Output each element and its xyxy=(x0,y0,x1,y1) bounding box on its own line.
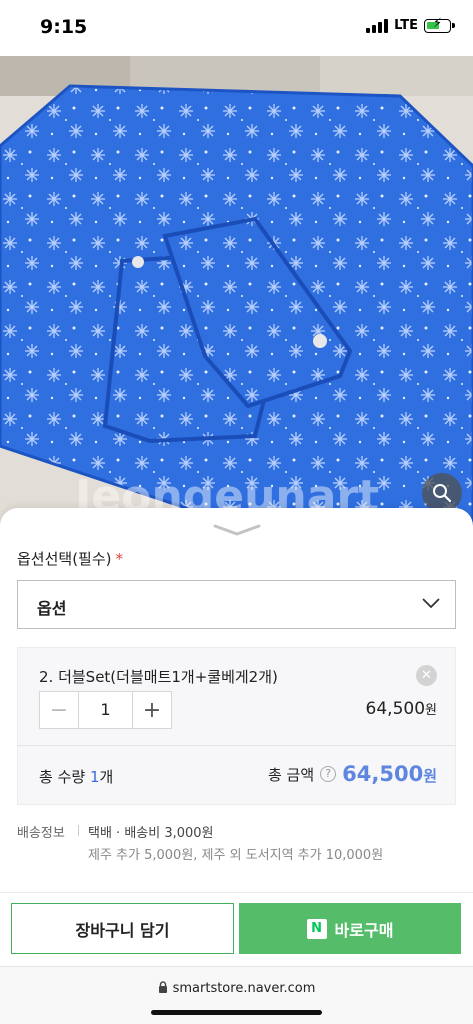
product-image[interactable]: Jeongeunart xyxy=(0,56,473,526)
total-quantity-unit: 개 xyxy=(99,768,114,786)
product-photo: Jeongeunart xyxy=(0,56,473,526)
sheet-handle[interactable] xyxy=(212,522,262,536)
divider xyxy=(0,892,473,893)
close-icon: ✕ xyxy=(421,668,432,683)
total-quantity-value: 1 xyxy=(89,768,100,786)
add-to-cart-button[interactable]: 장바구니 담기 xyxy=(11,903,234,954)
zoom-button[interactable] xyxy=(422,473,462,513)
item-price-currency: 원 xyxy=(425,703,437,718)
battery-icon: ⚡ xyxy=(424,17,455,33)
divider xyxy=(78,825,79,836)
option-title-text: 옵션선택(필수) xyxy=(17,550,112,568)
quantity-stepper: − 1 + xyxy=(39,691,172,729)
total-quantity-label: 총 수량 xyxy=(39,768,86,786)
buy-now-label: 바로구매 xyxy=(334,920,394,940)
increase-quantity-button[interactable]: + xyxy=(133,692,171,728)
browser-url-bar[interactable]: smartstore.naver.com xyxy=(0,966,473,1024)
item-price: 64,500원 xyxy=(366,699,437,719)
required-mark: * xyxy=(115,550,124,568)
status-time: 9:15 xyxy=(40,16,88,38)
chevron-down-icon xyxy=(213,524,261,536)
minus-icon: − xyxy=(49,697,69,723)
network-label: LTE xyxy=(394,18,418,33)
selected-option-box: 2. 더블Set(더블매트1개+쿨베게2개) ✕ − 1 + 64,500원 총… xyxy=(17,647,456,805)
total-quantity: 총 수량 1개 xyxy=(39,766,113,787)
option-sheet: 옵션선택(필수) * 옵션 2. 더블Set(더블매트1개+쿨베게2개) ✕ − … xyxy=(0,508,473,1024)
option-select-label: 옵션 xyxy=(37,599,67,618)
item-price-value: 64,500 xyxy=(365,699,426,719)
option-select[interactable]: 옵션 xyxy=(17,580,456,629)
divider xyxy=(18,745,455,746)
lock-icon xyxy=(158,981,167,993)
url-text: smartstore.naver.com xyxy=(0,981,473,996)
help-icon[interactable]: ? xyxy=(320,766,337,782)
home-indicator[interactable] xyxy=(151,1010,322,1015)
add-to-cart-label: 장바구니 담기 xyxy=(75,920,170,940)
selected-option-name: 2. 더블Set(더블매트1개+쿨베게2개) xyxy=(39,668,278,686)
signal-icon xyxy=(366,18,389,33)
search-icon xyxy=(433,484,452,503)
buy-now-button[interactable]: N 바로구매 xyxy=(239,903,461,954)
total-amount: 총 금액 ? 64,500원 xyxy=(268,762,437,786)
chevron-down-icon xyxy=(422,598,440,609)
shipping-extra-fee: 제주 추가 5,000원, 제주 외 도서지역 추가 10,000원 xyxy=(88,848,384,863)
quantity-value[interactable]: 1 xyxy=(78,692,133,728)
shipping-fee: 택배 · 배송비 3,000원 xyxy=(88,826,214,841)
url-value: smartstore.naver.com xyxy=(172,981,316,996)
plus-icon: + xyxy=(142,697,162,723)
option-title: 옵션선택(필수) * xyxy=(17,548,123,569)
total-amount-value: 64,500 xyxy=(342,762,424,786)
status-indicators: LTE ⚡ xyxy=(366,17,455,33)
shipping-label: 배송정보 xyxy=(17,826,65,841)
remove-option-button[interactable]: ✕ xyxy=(416,665,437,686)
decrease-quantity-button[interactable]: − xyxy=(40,692,78,728)
status-bar: 9:15 LTE ⚡ xyxy=(0,0,473,56)
total-amount-label: 총 금액 xyxy=(267,765,315,784)
total-amount-currency: 원 xyxy=(423,767,437,785)
naver-pay-icon: N xyxy=(306,918,327,939)
